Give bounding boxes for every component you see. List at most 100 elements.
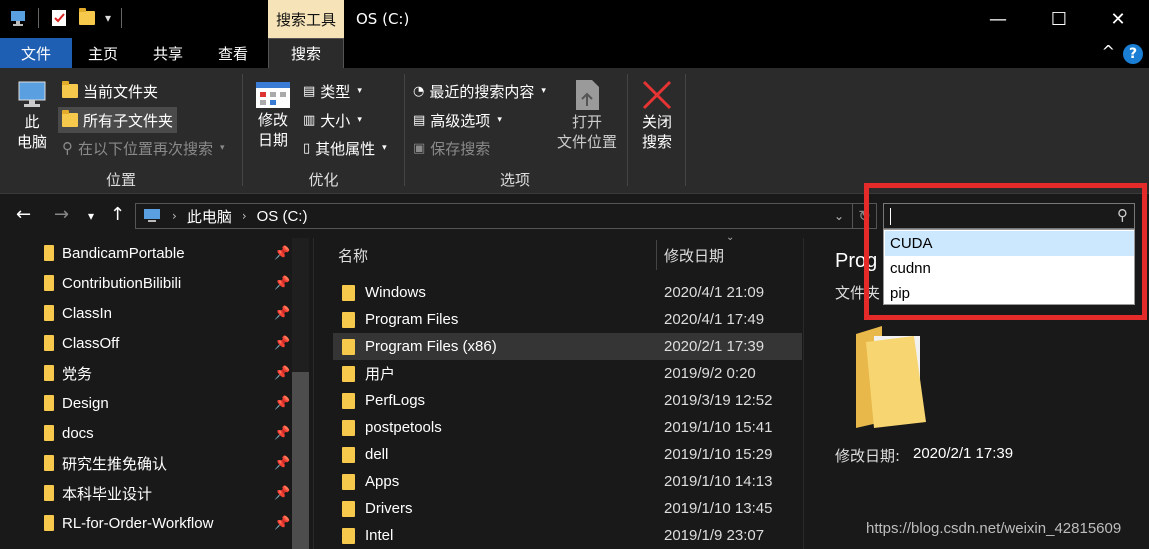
- pin-icon[interactable]: 📌: [274, 335, 290, 351]
- nav-item[interactable]: ContributionBilibili 📌: [44, 268, 294, 298]
- new-folder-icon[interactable]: [79, 8, 95, 25]
- file-row[interactable]: Drivers 2019/1/10 13:45: [333, 495, 802, 522]
- forward-arrow-icon[interactable]: →: [54, 204, 69, 225]
- file-name: PerfLogs: [365, 392, 426, 409]
- kind-icon: ▤: [303, 83, 316, 99]
- breadcrumb-drive[interactable]: OS (C:): [257, 208, 308, 225]
- this-pc-button[interactable]: 此 电脑: [10, 78, 54, 152]
- save-search-button[interactable]: ▣ 保存搜索: [409, 135, 494, 161]
- pin-icon[interactable]: 📌: [274, 515, 290, 531]
- file-row[interactable]: PerfLogs 2019/3/19 12:52: [333, 387, 802, 414]
- nav-item[interactable]: Design 📌: [44, 388, 294, 418]
- file-row[interactable]: postpetools 2019/1/10 15:41: [333, 414, 802, 441]
- current-folder-button[interactable]: 当前文件夹: [58, 78, 162, 104]
- calendar-icon: [256, 82, 290, 108]
- tab-search[interactable]: 搜索: [268, 38, 344, 68]
- collapse-ribbon-icon[interactable]: ^: [1102, 42, 1115, 61]
- nav-item-label: Design: [62, 394, 109, 412]
- maximize-button[interactable]: ☐: [1035, 0, 1083, 38]
- file-row[interactable]: 用户 2019/9/2 0:20: [333, 360, 802, 387]
- breadcrumb-this-pc[interactable]: 此电脑: [187, 206, 232, 227]
- file-date: 2019/1/10 14:13: [664, 473, 773, 490]
- pin-icon[interactable]: 📌: [274, 275, 290, 291]
- recent-locations-chevron-icon[interactable]: ▾: [88, 209, 94, 223]
- nav-item[interactable]: 研究生推免确认 📌: [44, 448, 294, 478]
- tab-view[interactable]: 查看: [210, 38, 256, 68]
- column-separator[interactable]: [656, 240, 657, 270]
- annotation-highlight-frame: [864, 183, 1147, 320]
- other-properties-button[interactable]: ▯ 其他属性 ▾: [299, 135, 391, 161]
- all-subfolders-button[interactable]: 所有子文件夹: [58, 107, 178, 133]
- nav-item-label: 研究生推免确认: [62, 455, 168, 473]
- other-properties-label: 其他属性: [315, 139, 376, 158]
- advanced-options-button[interactable]: ▤ 高级选项 ▾: [409, 107, 506, 133]
- file-date: 2019/9/2 0:20: [664, 365, 756, 382]
- date-modified-button[interactable]: 修改 日期: [249, 78, 297, 150]
- advanced-options-label: 高级选项: [430, 111, 491, 130]
- column-header-date[interactable]: 修改日期: [664, 240, 724, 270]
- tab-home[interactable]: 主页: [80, 38, 126, 68]
- open-location-label-1: 打开: [571, 113, 602, 131]
- search-again-button[interactable]: ⚲ 在以下位置再次搜索 ▾: [58, 135, 229, 161]
- properties-icon[interactable]: [49, 8, 69, 28]
- column-header-name[interactable]: 名称: [338, 240, 368, 270]
- file-row[interactable]: Apps 2019/1/10 14:13: [333, 468, 802, 495]
- pin-icon[interactable]: 📌: [274, 305, 290, 321]
- nav-item[interactable]: 党务 📌: [44, 358, 294, 388]
- close-search-label-1: 关闭: [641, 113, 672, 131]
- this-pc-label-1: 此: [24, 113, 40, 131]
- address-bar[interactable]: › 此电脑 › OS (C:) ⌄: [135, 203, 853, 229]
- up-arrow-icon[interactable]: ↑: [110, 204, 125, 225]
- folder-icon: [342, 312, 355, 328]
- nav-item[interactable]: 本科毕业设计 📌: [44, 478, 294, 508]
- search-again-label: 在以下位置再次搜索: [78, 139, 214, 158]
- open-file-location-button[interactable]: 打开 文件位置: [553, 78, 621, 152]
- nav-item[interactable]: docs 📌: [44, 418, 294, 448]
- file-name: Intel: [365, 527, 394, 544]
- tab-file[interactable]: 文件: [0, 38, 72, 68]
- file-date: 2019/3/19 12:52: [664, 392, 773, 409]
- folder-icon: [44, 455, 54, 471]
- pin-icon[interactable]: 📌: [274, 395, 290, 411]
- folder-icon: [342, 501, 355, 517]
- tab-share[interactable]: 共享: [145, 38, 191, 68]
- kind-button[interactable]: ▤ 类型 ▾: [299, 78, 366, 104]
- close-window-button[interactable]: ✕: [1094, 0, 1142, 38]
- customize-qat-icon[interactable]: ▾: [105, 11, 111, 25]
- nav-item[interactable]: BandicamPortable 📌: [44, 238, 294, 268]
- pc-icon[interactable]: [8, 8, 28, 28]
- file-row[interactable]: dell 2019/1/10 15:29: [333, 441, 802, 468]
- file-row[interactable]: Windows 2020/4/1 21:09: [333, 279, 802, 306]
- file-date: 2020/4/1 17:49: [664, 311, 765, 328]
- help-icon[interactable]: ?: [1123, 44, 1143, 64]
- nav-item[interactable]: RL-for-Order-Workflow 📌: [44, 508, 294, 538]
- pin-icon[interactable]: 📌: [274, 245, 290, 261]
- nav-scrollbar-thumb[interactable]: [292, 372, 309, 549]
- folder-icon: [342, 285, 355, 301]
- pin-icon[interactable]: 📌: [274, 425, 290, 441]
- back-arrow-icon[interactable]: ←: [16, 204, 31, 225]
- file-row[interactable]: Intel 2019/1/9 23:07: [333, 522, 802, 549]
- minimize-button[interactable]: —: [974, 0, 1022, 38]
- nav-item[interactable]: ClassIn 📌: [44, 298, 294, 328]
- recent-searches-button[interactable]: ◔ 最近的搜索内容 ▾: [409, 78, 550, 104]
- pin-icon[interactable]: 📌: [274, 455, 290, 471]
- refine-group: 修改 日期 ▤ 类型 ▾ ▥ 大小 ▾ ▯ 其他属性 ▾ 优化: [243, 68, 404, 194]
- file-row[interactable]: Program Files 2020/4/1 17:49: [333, 306, 802, 333]
- folder-icon: [342, 339, 355, 355]
- folder-icon: [44, 485, 54, 501]
- pane-divider[interactable]: [313, 238, 314, 549]
- file-date: 2020/4/1 21:09: [664, 284, 765, 301]
- pin-icon[interactable]: 📌: [274, 485, 290, 501]
- size-button[interactable]: ▥ 大小 ▾: [299, 107, 366, 133]
- nav-item-label: 本科毕业设计: [62, 485, 153, 503]
- nav-item[interactable]: ClassOff 📌: [44, 328, 294, 358]
- breadcrumb-separator-icon: ›: [241, 209, 247, 223]
- close-search-button[interactable]: 关闭 搜索: [635, 78, 679, 152]
- file-row-selected[interactable]: Program Files (x86) 2020/2/1 17:39: [333, 333, 802, 360]
- folder-icon: [44, 335, 54, 351]
- address-dropdown-icon[interactable]: ⌄: [834, 209, 844, 223]
- pane-divider[interactable]: [803, 238, 804, 549]
- pin-icon[interactable]: 📌: [274, 365, 290, 381]
- date-modified-label-2: 日期: [257, 131, 288, 149]
